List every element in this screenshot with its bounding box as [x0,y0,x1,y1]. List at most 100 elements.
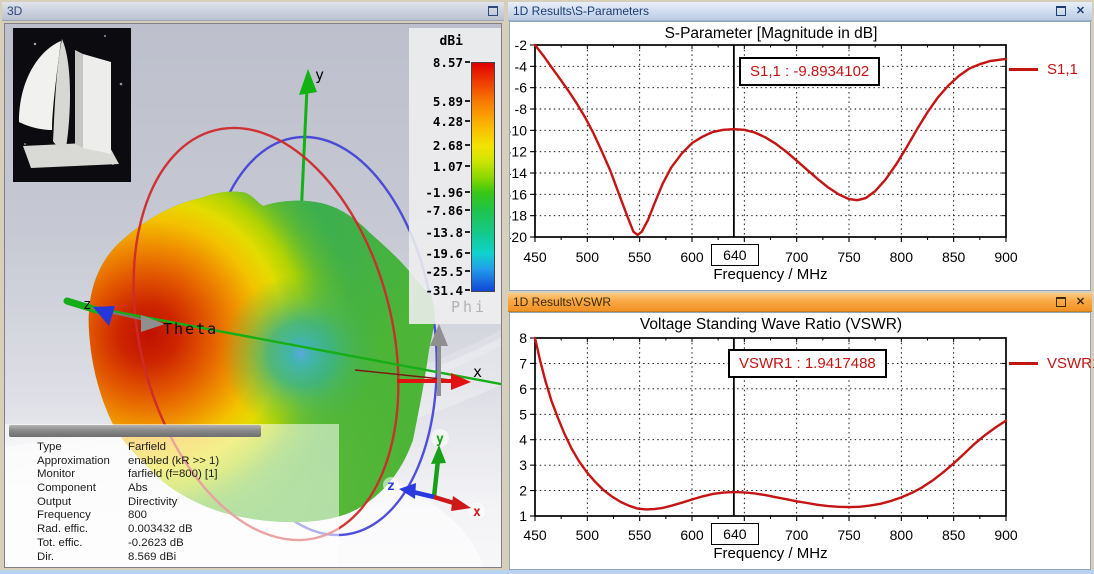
triad-y-label: y [436,432,444,447]
info-value: 800 [128,509,148,522]
x-axis-title: Frequency / MHz [713,545,828,562]
colorbar-tick [465,190,470,193]
colorbar-tick [465,289,470,291]
info-label: Monitor [37,468,75,481]
info-row: Type Farfield [37,441,335,455]
status-strip [0,570,1094,574]
y-tick-label: -10 [510,122,527,138]
info-label: Type [37,441,62,453]
maximize-icon [487,6,498,16]
maximize-button[interactable] [1054,296,1067,309]
antenna-slab [83,54,111,154]
triad-y-arrowhead [431,445,446,464]
vswr-title: 1D Results\VSWR [513,295,612,309]
close-button[interactable]: ✕ [1074,296,1087,309]
colorbar-tick-label: -31.4 [425,283,463,298]
info-row: Monitor farfield (f=800) [1] [37,468,335,482]
x-tick-label: 750 [837,527,861,543]
x-tick-label: 600 [680,527,704,543]
triad-z-label: z [387,479,395,494]
maximize-icon [1055,6,1066,16]
3d-viewport[interactable]: z Theta x y y z x dBi 8.57 5.89 4.28 2.6… [4,23,502,568]
axis-marker-value[interactable]: 640 [710,244,759,266]
vswr-plot-area: Voltage Standing Wave Ratio (VSWR) 450 50… [509,312,1094,570]
phi-axis-label: Phi [451,298,488,316]
theta-label: Theta [163,320,218,338]
legend: VSWR1 [1009,355,1094,372]
plot-title: Voltage Standing Wave Ratio (VSWR) [639,316,903,333]
maximize-icon [1055,297,1066,307]
y-axis-label: y [315,66,324,84]
y-tick-label: 1 [519,508,527,524]
marker-readout[interactable]: VSWR1 : 1.9417488 [728,349,887,378]
info-value: farfield (f=800) [1] [128,468,218,481]
triad-y-axis [431,459,441,498]
x-tick-label: 600 [680,249,704,265]
x-tick-label: 900 [994,249,1018,265]
colorbar-tick-label: -19.6 [425,245,463,261]
z-axis-label: z [83,297,91,313]
colorbar-tick [465,99,470,102]
colorbar-tick-label: -1.96 [425,184,463,200]
y-tick-label: -16 [510,186,527,202]
legend-line-swatch [1009,68,1038,71]
y-tick-label: -14 [510,165,527,181]
sparameters-plot-area: S-Parameter [Magnitude in dB] 450 500 550 6… [509,21,1091,291]
colorbar-tick-label: -25.5 [425,263,463,279]
colorbar-tick [465,61,470,63]
info-label: Output [37,495,72,508]
colorbar-tick [465,231,470,234]
close-icon: ✕ [1075,4,1086,17]
axis-marker-value[interactable]: 640 [710,523,759,545]
y-tick-label: 5 [519,406,527,422]
3d-panel-titlebar[interactable]: 3D [2,2,504,21]
vswr-titlebar[interactable]: 1D Results\VSWR ✕ [508,293,1092,312]
info-label: Rad. effic. [37,523,89,536]
info-row: Tot. effic. -0.2623 dB [37,537,335,551]
x-tick-label: 800 [890,527,914,543]
colorbar-gradient [471,62,495,292]
marker-readout[interactable]: S1,1 : -9.8934102 [739,57,881,86]
info-value: Abs [128,482,148,495]
y-tick-label: 7 [519,355,527,371]
info-label: Tot. effic. [37,536,83,549]
x-tick-label: 500 [576,527,600,543]
x-tick-label: 450 [523,249,547,265]
x-tick-label: 800 [890,249,914,265]
legend-label: S1,1 [1047,61,1078,78]
info-value: 8.569 dBi [128,550,177,563]
plot-title: S-Parameter [Magnitude in dB] [664,25,878,42]
triad-x-arrowhead [451,496,471,511]
y-tick-label: -18 [510,208,527,224]
sparameters-titlebar[interactable]: 1D Results\S-Parameters ✕ [508,2,1092,21]
y-tick-label: 6 [519,381,527,397]
close-button[interactable]: ✕ [1074,5,1087,18]
y-tick-label: 3 [519,457,527,473]
y-tick-label: -4 [515,58,528,74]
info-value: Farfield [128,441,166,453]
info-overlay-handle[interactable] [9,425,261,437]
colorbar-tick [465,165,470,168]
colorbar-tick-label: -13.8 [425,225,463,241]
colorbar-tick [465,251,470,254]
legend-line-swatch [1009,362,1038,365]
info-row: Rad. effic. 0.003432 dB [37,523,335,537]
x-tick-label: 500 [576,249,600,265]
info-value: enabled (kR >> 1) [128,454,220,467]
x-tick-label: 850 [942,249,966,265]
3d-panel-title: 3D [7,4,23,18]
colorbar-tick [465,119,470,122]
model-preview-inset [13,28,131,182]
x-tick-label: 750 [837,249,861,265]
colorbar: dBi 8.57 5.89 4.28 2.68 1.07 -1.96 -7.86 -13.8 -… [409,28,501,324]
colorbar-tick-label: 2.68 [432,137,463,153]
y-tick-label: -6 [515,80,528,96]
info-value: Directivity [128,495,178,508]
colorbar-tick [465,208,470,211]
info-row: Approximation enabled (kR >> 1) [37,455,335,469]
info-value: 0.003432 dB [128,523,193,536]
sparameters-panel: 1D Results\S-Parameters ✕ S-Parameter [M… [508,2,1092,291]
maximize-button[interactable] [486,5,499,18]
close-icon: ✕ [1075,295,1086,308]
maximize-button[interactable] [1054,5,1067,18]
